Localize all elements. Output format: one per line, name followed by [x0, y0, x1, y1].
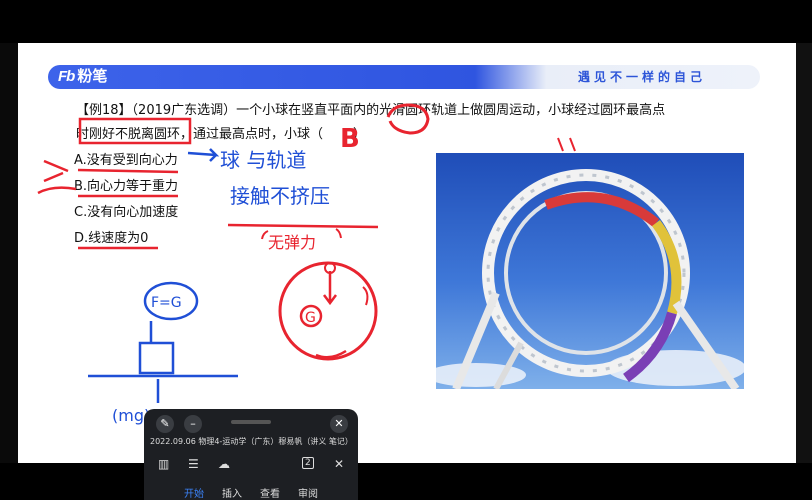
tab-insert[interactable]: 插入: [222, 485, 242, 500]
circle-g-label: G: [305, 310, 316, 326]
roller-coaster-image: [436, 153, 744, 389]
meeting-mini-player[interactable]: ✎ – ✕ 2022.09.06 物理4-运动学（广东）穆易帆（讲义 笔记）（.…: [144, 409, 358, 500]
note-line3: 无弹力: [268, 233, 316, 252]
brand-logo-mark: Fb: [58, 68, 75, 85]
brand-logo: Fb 粉笔: [58, 67, 107, 87]
slide-tagline: 遇见不一样的自己: [578, 70, 707, 84]
formula-label: F=G: [151, 295, 182, 311]
close-icon[interactable]: ✕: [330, 415, 348, 433]
tab-start[interactable]: 开始: [184, 485, 204, 500]
note-line2: 接触不挤压: [230, 184, 330, 208]
tab-review[interactable]: 审阅: [298, 485, 318, 500]
option-a: A.没有受到向心力: [74, 153, 178, 168]
question-tag: 【例18】: [76, 103, 132, 118]
minimize-icon[interactable]: –: [184, 415, 202, 433]
drag-handle[interactable]: [231, 420, 271, 424]
player-title: 2022.09.06 物理4-运动学（广东）穆易帆（讲义 笔记）（...: [150, 437, 354, 446]
option-c: C.没有向心加速度: [74, 205, 179, 220]
lecture-slide: Fb 粉笔 遇见不一样的自己 【例18】（2019广东选调）一个小球在竖直平面内的…: [18, 43, 796, 463]
brand-logo-text: 粉笔: [77, 68, 108, 85]
split-view-icon[interactable]: ▥: [158, 457, 169, 471]
question-close: ）: [353, 127, 367, 142]
question-line1: 一个小球在竖直平面内的光滑圆环轨道上做圆周运动，小球经过圆环最高点: [236, 103, 666, 118]
option-d: D.线速度为0: [74, 231, 149, 246]
note-line1: 球 与轨道: [220, 148, 306, 172]
cloud-sync-icon[interactable]: ☁: [218, 457, 230, 471]
edit-icon[interactable]: ✎: [156, 415, 174, 433]
menu-icon[interactable]: ☰: [188, 457, 199, 471]
question-line2: 时刚好不脱离圆环，通过最高点时，小球（: [76, 127, 324, 142]
question-text: 【例18】（2019广东选调）一个小球在竖直平面内的光滑圆环轨道上做圆周运动，小…: [76, 99, 726, 147]
options-list: A.没有受到向心力 B.向心力等于重力 C.没有向心加速度 D.线速度为0: [74, 148, 178, 252]
tab-view[interactable]: 查看: [260, 485, 280, 500]
close-toolbar-icon[interactable]: ✕: [334, 457, 344, 471]
left-edge: [0, 43, 18, 463]
right-edge: [796, 43, 812, 463]
option-b: B.向心力等于重力: [74, 179, 179, 194]
question-source: （2019广东选调）: [131, 103, 237, 118]
page-count-icon[interactable]: 2: [302, 457, 314, 469]
